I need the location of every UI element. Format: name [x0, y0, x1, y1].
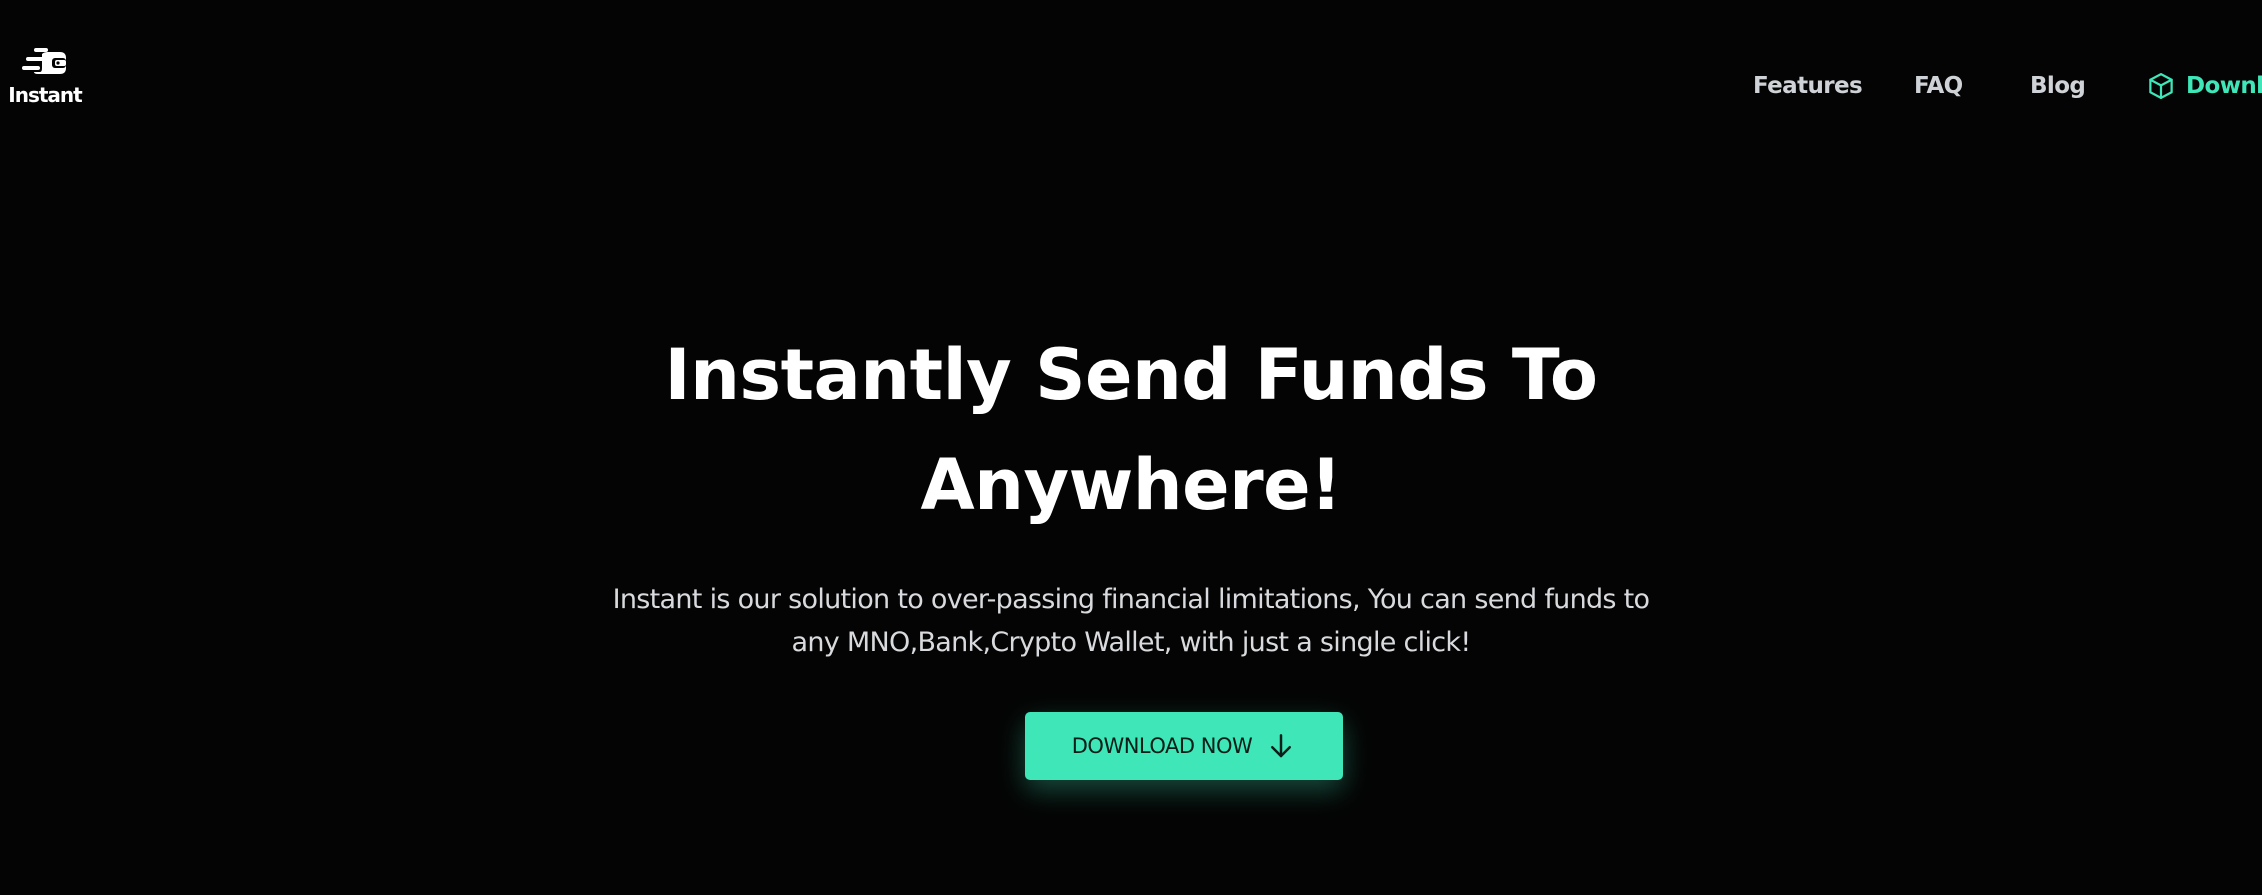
hero-section: Instantly Send Funds To Anywhere! Instan… — [0, 320, 2262, 664]
hero-subtitle-line-1: Instant is our solution to over-passing … — [612, 584, 1650, 615]
arrow-down-icon — [1271, 734, 1292, 758]
hero-subtitle-line-2: any MNO,Bank,Crypto Wallet, with just a … — [791, 627, 1472, 658]
hero-title-line-2: Anywhere! — [920, 444, 1342, 526]
download-now-label: DOWNLOAD NOW — [1071, 734, 1253, 758]
cube-icon — [2149, 73, 2173, 99]
nav-download-label: Downlo — [2186, 73, 2262, 99]
nav-link-blog[interactable]: Blog — [2030, 68, 2086, 104]
download-now-button[interactable]: DOWNLOAD NOW — [1025, 712, 1343, 780]
site-header: Instant Features FAQ Blog Downlo — [0, 0, 2262, 170]
hero-title-line-1: Instantly Send Funds To — [664, 334, 1598, 416]
hero-subtitle: Instant is our solution to over-passing … — [581, 578, 1681, 664]
nav-download-link[interactable]: Downlo — [2146, 68, 2262, 104]
hero-title: Instantly Send Funds To Anywhere! — [631, 320, 1631, 540]
landing-page: Instant Features FAQ Blog Downlo Instant… — [0, 0, 2262, 895]
nav-link-features[interactable]: Features — [1753, 68, 1863, 104]
main-nav: Features FAQ Blog Downlo — [0, 68, 2262, 104]
nav-link-faq[interactable]: FAQ — [1914, 68, 1963, 104]
